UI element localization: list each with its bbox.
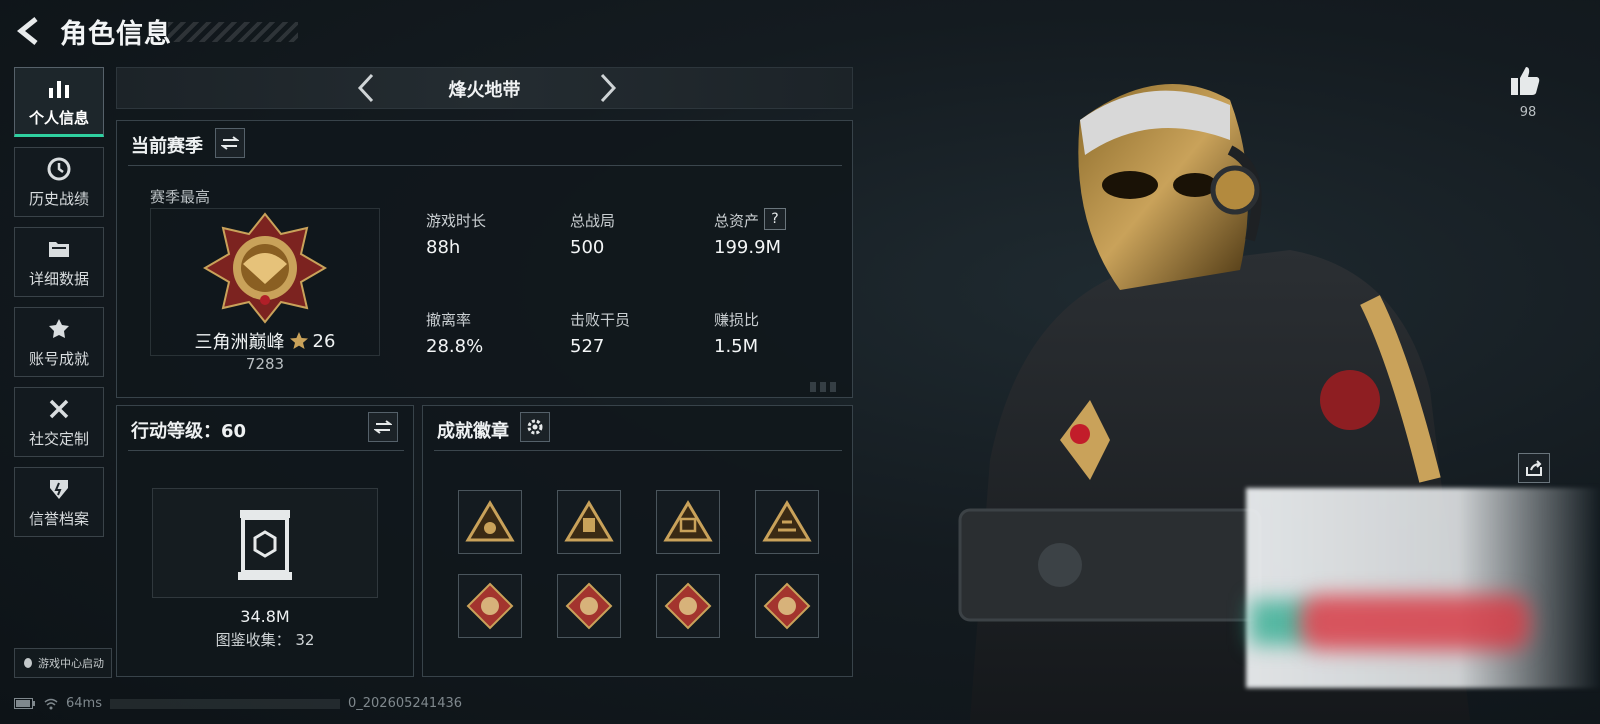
gold-triangle-badge-icon [663, 500, 713, 542]
badge-slot[interactable] [755, 574, 819, 638]
sidebar-item-personal-info[interactable]: 个人信息 [14, 67, 104, 137]
season-switch-button[interactable] [215, 128, 245, 158]
mode-title: 烽火地带 [448, 80, 521, 101]
thumbs-up-icon [1511, 67, 1540, 95]
action-level-switch-button[interactable] [368, 412, 398, 442]
folder-icon [49, 241, 69, 257]
history-icon [47, 157, 71, 180]
stat-value-profit-ratio: 1.5M [714, 336, 759, 357]
back-arrow-icon [16, 17, 38, 45]
status-bar: 64ms 0_202605241436 [14, 696, 462, 711]
gold-triangle-badge-icon [762, 500, 812, 542]
divider [128, 450, 404, 451]
sidebar-item-achievements[interactable]: 账号成就 [14, 307, 104, 377]
assets-help-button[interactable]: ? [764, 208, 786, 230]
divider [128, 165, 842, 166]
page-title: 角色信息 [60, 19, 172, 50]
blurred-uid [109, 698, 340, 709]
sidebar-item-label: 社交定制 [28, 429, 89, 448]
action-level-title: 行动等级：60 [131, 421, 247, 442]
build-id: 0_202605241436 [347, 696, 463, 711]
bar-chart-icon [49, 80, 69, 98]
achievement-icon [49, 318, 69, 338]
collection-case-icon [238, 510, 292, 580]
badge-slot[interactable] [656, 574, 720, 638]
tools-icon [49, 399, 69, 418]
badges-settings-button[interactable] [520, 412, 550, 442]
stat-label-extract-rate: 撤离率 [426, 311, 472, 329]
sidebar-item-label: 详细数据 [28, 269, 89, 288]
swap-icon [221, 136, 239, 150]
rank-title-row: 三角洲巅峰 26 [150, 328, 380, 354]
back-button[interactable] [14, 14, 48, 48]
wifi-icon [44, 698, 58, 709]
share-button[interactable] [1518, 453, 1550, 483]
sidebar-item-social[interactable]: 社交定制 [14, 387, 104, 457]
stat-label-profit-ratio: 赚损比 [714, 311, 760, 329]
mode-prev-button[interactable] [352, 72, 382, 104]
badge-slot[interactable] [458, 574, 522, 638]
season-best-label: 赛季最高 [150, 188, 211, 206]
collection-value: 34.8M [240, 607, 290, 626]
sidebar-item-credit[interactable]: 信誉档案 [14, 467, 104, 537]
star-icon [289, 332, 308, 349]
stat-value-operators-defeated: 527 [570, 336, 605, 357]
title-decoration [168, 22, 298, 42]
badge-slot[interactable] [557, 574, 621, 638]
sidebar-item-label: 账号成就 [28, 349, 89, 368]
chevron-right-icon [600, 73, 617, 103]
sidebar-item-label: 信誉档案 [28, 509, 89, 528]
penguin-icon [24, 658, 32, 668]
stat-label-operators-defeated: 击败干员 [570, 311, 631, 329]
red-diamond-badge-icon [664, 582, 712, 630]
collection-count: 图鉴收集： 32 [215, 631, 315, 649]
collection-case [234, 506, 296, 586]
sidebar-item-history[interactable]: 历史战绩 [14, 147, 104, 217]
stat-value-total-matches: 500 [570, 237, 605, 258]
stat-label-total-matches: 总战局 [570, 212, 616, 230]
badge-slot[interactable] [458, 490, 522, 554]
red-diamond-badge-icon [466, 582, 514, 630]
rank-name: 三角洲巅峰 [194, 332, 285, 353]
corner-decoration [810, 382, 840, 392]
badge-slot[interactable] [755, 490, 819, 554]
like-count: 98 [1519, 105, 1537, 120]
mode-next-button[interactable] [592, 72, 622, 104]
rank-points: 7283 [245, 355, 285, 373]
like-button[interactable] [1508, 64, 1542, 102]
sidebar-item-details[interactable]: 详细数据 [14, 227, 104, 297]
divider [434, 450, 842, 451]
rank-stars: 26 [312, 330, 336, 352]
blurred-overlay [1246, 488, 1600, 688]
swap-icon [374, 420, 392, 434]
stat-value-extract-rate: 28.8% [426, 336, 484, 357]
sidebar-item-label: 历史战绩 [28, 189, 89, 208]
launch-label: 游戏中心启动 [38, 657, 104, 670]
stat-label-playtime: 游戏时长 [426, 212, 487, 230]
chevron-left-icon [357, 73, 374, 103]
credit-shield-icon [50, 479, 68, 499]
stat-value-playtime: 88h [426, 237, 461, 258]
badge-slot[interactable] [656, 490, 720, 554]
red-diamond-badge-icon [763, 582, 811, 630]
battery-icon [14, 698, 35, 709]
gold-triangle-badge-icon [465, 500, 515, 542]
sidebar-item-label: 个人信息 [28, 108, 89, 127]
badge-slot[interactable] [557, 490, 621, 554]
gear-icon [527, 419, 543, 435]
rank-emblem [203, 212, 327, 328]
game-center-launch-button[interactable]: 游戏中心启动 [14, 648, 112, 678]
season-title: 当前赛季 [131, 136, 203, 157]
stat-value-total-assets: 199.9M [714, 237, 782, 258]
blurred-overlay-red [1300, 595, 1530, 650]
rank-emblem-icon [203, 212, 327, 324]
ping-value: 64ms [66, 696, 102, 711]
stat-label-total-assets: 总资产 [714, 212, 760, 230]
share-icon [1526, 460, 1542, 476]
red-diamond-badge-icon [565, 582, 613, 630]
gold-triangle-badge-icon [564, 500, 614, 542]
badges-title: 成就徽章 [437, 421, 509, 442]
